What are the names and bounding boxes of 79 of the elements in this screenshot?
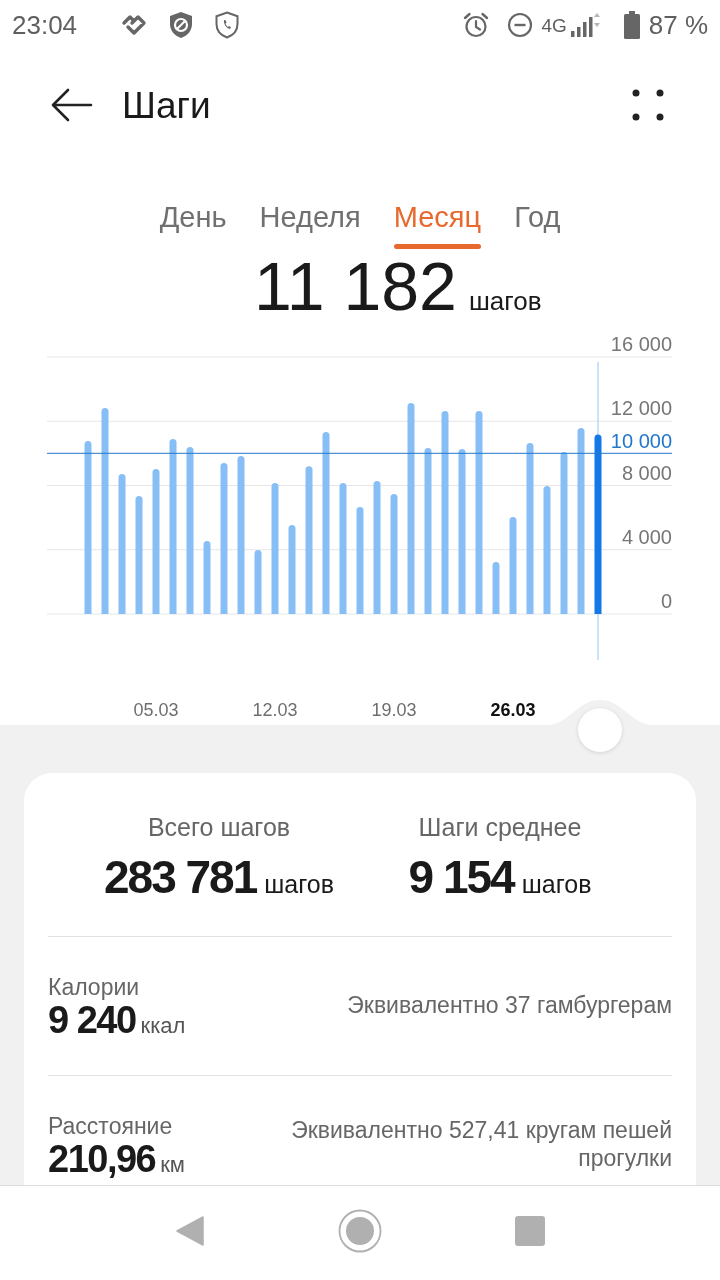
chart-bar[interactable] xyxy=(424,447,432,614)
shield-phone-icon xyxy=(215,11,240,39)
chart-bar[interactable] xyxy=(339,482,347,614)
chart-bar[interactable] xyxy=(186,446,194,614)
page-title: Шаги xyxy=(122,86,211,124)
chart-bar[interactable] xyxy=(543,486,551,614)
chart-bar[interactable] xyxy=(84,441,92,614)
chart-bar[interactable] xyxy=(560,451,568,614)
period-tab[interactable]: Год xyxy=(514,199,561,249)
x-axis-label: 12.03 xyxy=(252,700,298,720)
chart-bar[interactable] xyxy=(390,494,398,614)
square-recents-icon xyxy=(515,1216,545,1246)
back-arrow-icon xyxy=(51,88,93,122)
chart-bar[interactable] xyxy=(373,481,381,614)
chart-bar[interactable] xyxy=(305,466,313,614)
heart-icon xyxy=(121,14,148,36)
total-unit: шагов xyxy=(521,872,592,897)
home-nav-button[interactable] xyxy=(338,1209,382,1253)
triangle-back-icon xyxy=(176,1215,204,1247)
total-value: 283 781 xyxy=(104,851,257,903)
selected-bar[interactable] xyxy=(594,434,602,614)
chart-bar[interactable] xyxy=(441,411,449,614)
chart-bar[interactable] xyxy=(509,517,517,614)
chart-bar[interactable] xyxy=(407,402,415,614)
period-tab[interactable]: День xyxy=(159,199,227,249)
chart-bar[interactable] xyxy=(237,455,245,614)
y-axis-label: 0 xyxy=(660,590,672,612)
chart-bar[interactable] xyxy=(152,468,160,614)
metric-unit: км xyxy=(160,1154,185,1176)
chart-bar[interactable] xyxy=(322,432,330,614)
minus-circle-icon xyxy=(507,12,534,38)
metric-unit: ккал xyxy=(140,1015,186,1037)
metric-label: Расстояние xyxy=(48,1112,174,1141)
metric-value: 9 240 xyxy=(48,1002,136,1038)
metric-note: Эквивалентно 527,41 кругам пешей прогулки xyxy=(290,1116,672,1172)
chart-bar[interactable] xyxy=(356,507,364,614)
chart-bar[interactable] xyxy=(492,561,500,614)
period-tab[interactable]: Месяц xyxy=(393,199,482,249)
goal-label: 10 000 xyxy=(610,430,672,453)
scrubber-handle[interactable] xyxy=(578,708,622,752)
chart-bar[interactable] xyxy=(220,463,228,614)
chart-bar[interactable] xyxy=(169,438,177,614)
chart-bar[interactable] xyxy=(254,550,262,614)
chart-bar[interactable] xyxy=(526,442,534,614)
metric-note: Эквивалентно 37 гамбургерам xyxy=(347,991,672,1019)
y-axis-label: 8 000 xyxy=(621,461,672,484)
metric-value: 210,96 xyxy=(48,1141,156,1177)
period-tab[interactable]: Неделя xyxy=(259,199,361,249)
step-count: 11 182 xyxy=(254,252,457,320)
chart-bar[interactable] xyxy=(101,407,109,614)
y-axis-label: 4 000 xyxy=(621,525,672,548)
chart-bar[interactable] xyxy=(118,473,126,614)
chart-bar[interactable] xyxy=(288,525,296,614)
y-axis-label: 16 000 xyxy=(610,333,672,355)
chart-bar[interactable] xyxy=(271,482,279,614)
x-axis-label: 05.03 xyxy=(133,700,179,720)
total-unit: шагов xyxy=(264,872,334,897)
x-axis-label: 19.03 xyxy=(371,700,417,720)
x-axis-label: 26.03 xyxy=(490,700,536,720)
step-unit: шагов xyxy=(468,288,542,314)
chart-bar[interactable] xyxy=(475,411,483,614)
chart-bar[interactable] xyxy=(135,495,143,614)
more-icon xyxy=(632,89,664,121)
network-type: 4G xyxy=(541,15,567,35)
home-circle-icon xyxy=(338,1209,382,1253)
alarm-clock-icon xyxy=(463,12,490,38)
total-value: 9 154 xyxy=(408,851,514,903)
status-time: 23:04 xyxy=(12,12,78,38)
y-axis-label: 12 000 xyxy=(610,397,672,420)
shield-block-icon xyxy=(169,11,194,39)
signal-icon xyxy=(569,12,602,38)
chart-bar[interactable] xyxy=(577,428,585,614)
chart-bar[interactable] xyxy=(203,540,211,614)
battery-icon xyxy=(623,11,640,39)
total-label: Шаги среднее xyxy=(418,812,582,843)
battery-level: 87 % xyxy=(648,12,708,38)
chart-bar[interactable] xyxy=(458,449,466,614)
metric-label: Калории xyxy=(48,973,141,1002)
total-label: Всего шагов xyxy=(147,812,291,843)
